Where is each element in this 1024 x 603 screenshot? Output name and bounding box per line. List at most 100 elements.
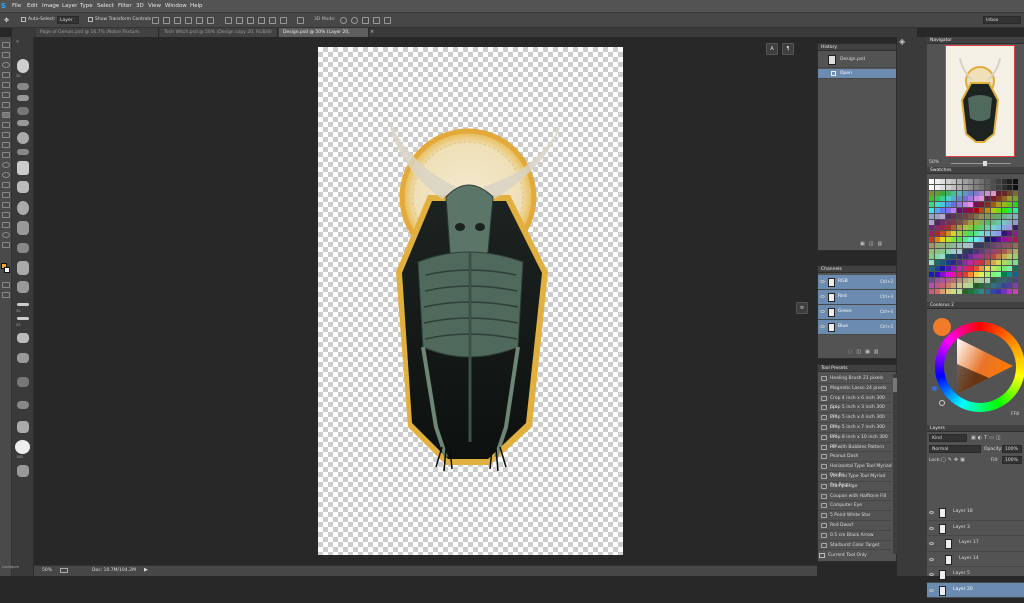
color-swatch[interactable] — [940, 179, 946, 184]
color-swatch[interactable] — [934, 289, 940, 295]
color-swatch[interactable] — [957, 237, 962, 242]
color-swatch[interactable] — [996, 277, 1002, 283]
color-swatch[interactable] — [985, 208, 990, 213]
color-swatch[interactable] — [957, 231, 962, 237]
menu-view[interactable]: View — [148, 3, 161, 9]
color-swatch[interactable] — [1001, 208, 1007, 213]
color-swatch[interactable] — [979, 260, 985, 266]
color-swatch[interactable] — [968, 208, 974, 213]
layer-kind-filter[interactable]: Kind — [929, 434, 967, 442]
blend-mode-dropdown[interactable]: Normal — [929, 445, 981, 453]
color-swatch[interactable] — [973, 231, 979, 237]
color-swatch[interactable] — [1007, 266, 1013, 271]
color-swatch[interactable] — [1007, 283, 1013, 289]
color-swatch[interactable] — [1001, 202, 1007, 208]
pen-tool-icon[interactable] — [2, 182, 10, 188]
color-swatch[interactable] — [1001, 190, 1007, 196]
color-swatch[interactable] — [951, 202, 957, 208]
menu-window[interactable]: Window — [165, 3, 187, 9]
color-swatch[interactable] — [951, 248, 957, 254]
color-swatch[interactable] — [934, 208, 940, 213]
color-swatch[interactable] — [996, 248, 1002, 254]
brush-preset-16[interactable] — [17, 317, 29, 320]
color-swatch[interactable] — [957, 248, 962, 254]
brush-preset-11[interactable] — [17, 221, 29, 235]
brush-preset-17[interactable] — [17, 333, 29, 343]
color-swatch[interactable] — [945, 271, 951, 277]
color-swatch[interactable] — [940, 213, 946, 219]
color-swatch[interactable] — [979, 231, 985, 237]
opacity-field[interactable]: 100% — [1002, 445, 1022, 453]
color-swatch[interactable] — [1001, 231, 1007, 237]
color-swatch[interactable] — [940, 277, 946, 283]
color-swatch[interactable] — [1007, 179, 1013, 184]
menu-help[interactable]: Help — [190, 3, 203, 9]
color-swatch[interactable] — [940, 208, 946, 213]
color-swatch[interactable] — [940, 231, 946, 237]
color-swatch[interactable] — [979, 219, 985, 225]
color-swatch[interactable] — [951, 179, 957, 184]
color-swatch[interactable] — [985, 231, 990, 237]
color-swatch[interactable] — [934, 248, 940, 254]
color-swatch[interactable] — [996, 225, 1002, 231]
quick-select-tool-icon[interactable] — [2, 72, 10, 78]
color-swatch[interactable] — [990, 260, 996, 266]
color-swatch[interactable] — [934, 231, 940, 237]
color-swatch[interactable] — [929, 219, 934, 225]
navigator-zoom-handle[interactable] — [983, 161, 987, 166]
color-swatch[interactable] — [1013, 208, 1018, 213]
status-arrow-icon[interactable]: ▶ — [144, 567, 148, 573]
color-swatch[interactable] — [951, 254, 957, 260]
color-swatch[interactable] — [1013, 266, 1018, 271]
color-swatch[interactable] — [973, 260, 979, 266]
color-swatch[interactable] — [979, 208, 985, 213]
color-swatch[interactable] — [990, 202, 996, 208]
color-swatch[interactable] — [973, 248, 979, 254]
color-swatch[interactable] — [951, 208, 957, 213]
color-swatch[interactable] — [929, 196, 934, 202]
auto-align-icon[interactable] — [297, 17, 304, 24]
color-swatch[interactable] — [979, 202, 985, 208]
3d-drag-icon[interactable] — [362, 17, 369, 24]
color-swatch[interactable] — [968, 184, 974, 190]
brush-preset-13[interactable] — [17, 261, 29, 275]
color-swatch[interactable] — [951, 237, 957, 242]
visibility-eye-icon[interactable] — [820, 310, 825, 313]
color-swatch[interactable] — [996, 231, 1002, 237]
distribute-left-icon[interactable] — [258, 17, 265, 24]
color-swatch[interactable] — [945, 179, 951, 184]
color-swatch[interactable] — [934, 190, 940, 196]
lasso-tool-icon[interactable] — [2, 62, 10, 68]
configure-label[interactable]: Configure — [2, 565, 19, 569]
color-swatch[interactable] — [968, 242, 974, 248]
color-swatch[interactable] — [996, 202, 1002, 208]
color-swatch[interactable] — [934, 237, 940, 242]
color-swatch[interactable] — [985, 277, 990, 283]
color-swatch[interactable] — [1013, 248, 1018, 254]
color-swatch[interactable] — [1001, 271, 1007, 277]
color-swatch[interactable] — [985, 213, 990, 219]
color-swatch[interactable] — [1013, 254, 1018, 260]
color-swatch[interactable] — [945, 219, 951, 225]
brush-strip-collapse-icon[interactable]: « — [16, 39, 19, 45]
color-swatch[interactable] — [990, 254, 996, 260]
color-swatch[interactable] — [996, 283, 1002, 289]
color-swatch[interactable] — [945, 266, 951, 271]
color-swatch[interactable] — [945, 289, 951, 295]
color-swatch[interactable] — [968, 260, 974, 266]
color-swatch[interactable] — [929, 237, 934, 242]
color-swatch[interactable] — [990, 190, 996, 196]
brush-preset-3[interactable] — [17, 95, 29, 101]
layer-row[interactable]: Layer 3 — [927, 521, 1024, 536]
color-swatch[interactable] — [979, 242, 985, 248]
color-swatch[interactable] — [990, 225, 996, 231]
color-swatch[interactable] — [962, 196, 968, 202]
tool-preset-item[interactable]: Fill with Bubbles Pattern — [818, 443, 892, 453]
color-swatch[interactable] — [1007, 202, 1013, 208]
history-footer-icons[interactable]: ▣◫▥ — [860, 241, 886, 247]
color-swatch[interactable] — [962, 213, 968, 219]
color-swatch[interactable] — [990, 237, 996, 242]
color-swatch[interactable] — [929, 283, 934, 289]
color-swatch[interactable] — [1007, 208, 1013, 213]
color-swatch[interactable] — [979, 266, 985, 271]
